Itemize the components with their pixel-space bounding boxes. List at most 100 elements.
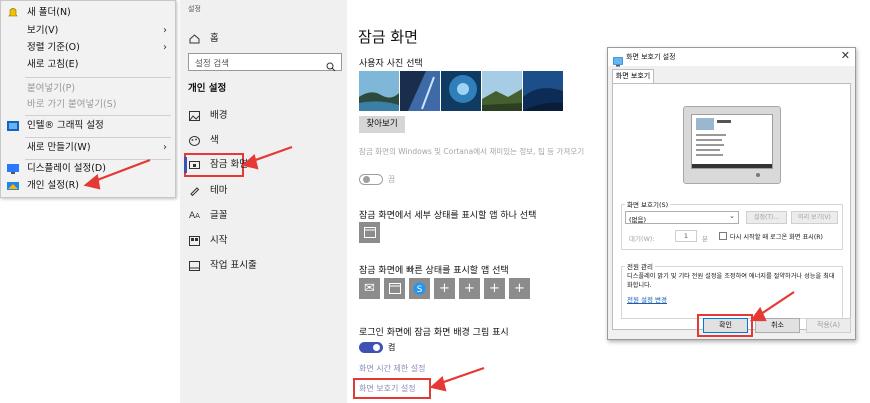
fun-facts-text: 잠금 화면의 Windows 및 Cortana에서 재미있는 정보, 팁 등 … bbox=[359, 147, 585, 156]
start-icon bbox=[189, 236, 200, 246]
section-title: 개인 설정 bbox=[188, 83, 227, 94]
screensaver-dropdown[interactable]: (없음) ⌄ bbox=[625, 211, 739, 224]
menu-item-intel-graphics[interactable]: 인텔® 그래픽 설정 bbox=[1, 116, 175, 136]
menu-item-label: 개인 설정(R) bbox=[27, 180, 79, 191]
dropdown-value: (없음) bbox=[629, 216, 647, 224]
menu-item-new-folder[interactable]: 새 폴더(N) bbox=[1, 3, 175, 23]
home-icon bbox=[189, 34, 200, 44]
power-description: 디스플레이 밝기 및 기타 전원 설정을 조정하여 에너지를 절약하거나 성능을… bbox=[627, 273, 835, 289]
resume-checkbox[interactable] bbox=[719, 232, 727, 240]
image-icon bbox=[189, 111, 200, 121]
signin-background-toggle[interactable] bbox=[359, 342, 383, 353]
screen-timeout-link[interactable]: 화면 시간 제한 설정 bbox=[359, 363, 426, 374]
picture-thumbnail[interactable] bbox=[482, 71, 522, 111]
picture-thumbnail[interactable] bbox=[359, 71, 399, 111]
quick-status-add[interactable]: + bbox=[509, 278, 530, 299]
menu-item-label: 정렬 기준(O) bbox=[27, 42, 80, 53]
preview-text-line bbox=[696, 134, 726, 136]
quick-status-add[interactable]: + bbox=[484, 278, 505, 299]
menu-item-refresh[interactable]: 새로 고침(E) bbox=[1, 55, 175, 75]
search-icon bbox=[326, 57, 336, 76]
nav-lock-screen[interactable]: 잠금 화면 bbox=[184, 153, 248, 177]
preview-taskbar bbox=[692, 164, 772, 168]
detailed-status-app[interactable] bbox=[359, 222, 380, 243]
submenu-arrow-icon: › bbox=[163, 142, 167, 153]
settings-sidebar: 설정 홈 설정 검색 개인 설정 배경 색 잠금 화면 테마 AA 글꼴 시작 bbox=[180, 0, 347, 403]
cancel-button[interactable]: 취소 bbox=[755, 318, 800, 333]
picture-thumbnail[interactable] bbox=[400, 71, 440, 111]
menu-item-personalize[interactable]: 개인 설정(R) bbox=[1, 176, 175, 196]
nav-theme[interactable]: 테마 bbox=[186, 180, 344, 202]
change-power-settings-link[interactable]: 전원 설정 변경 bbox=[627, 294, 667, 304]
nav-start[interactable]: 시작 bbox=[186, 230, 344, 252]
page-title: 잠금 화면 bbox=[358, 28, 418, 46]
nav-label: 작업 표시줄 bbox=[210, 260, 257, 271]
wait-minutes-input[interactable]: 1 bbox=[675, 230, 697, 242]
nav-taskbar[interactable]: 작업 표시줄 bbox=[186, 255, 344, 277]
active-indicator bbox=[184, 157, 187, 173]
fun-facts-state: 끔 bbox=[388, 175, 396, 184]
nav-label: 시작 bbox=[210, 235, 228, 246]
nav-label: 테마 bbox=[210, 185, 228, 196]
taskbar-icon bbox=[189, 261, 200, 271]
signin-background-heading: 로그인 화면에 잠금 화면 배경 그림 표시 bbox=[359, 328, 509, 338]
preview-text-line bbox=[696, 154, 723, 156]
nav-label: 배경 bbox=[210, 110, 228, 121]
wait-value: 1 bbox=[683, 232, 688, 240]
menu-item-paste-shortcut[interactable]: 바로 가기 붙여넣기(S) bbox=[1, 95, 175, 115]
skype-icon: S bbox=[413, 282, 426, 299]
picture-thumbnail[interactable] bbox=[441, 71, 481, 111]
brush-icon bbox=[189, 186, 200, 197]
browse-button[interactable]: 찾아보기 bbox=[359, 116, 405, 133]
tab-panel: 화면 보호기(S) (없음) ⌄ 설정(T)... 미리 보기(V) 대기(W)… bbox=[612, 83, 851, 330]
calendar-icon bbox=[363, 227, 376, 242]
tab-screensaver[interactable]: 화면 보호기 bbox=[612, 69, 654, 83]
quick-status-app-skype[interactable]: S bbox=[409, 278, 430, 299]
nav-label: 잠금 화면 bbox=[210, 159, 248, 170]
menu-separator bbox=[25, 77, 171, 78]
menu-item-label: 새로 고침(E) bbox=[27, 59, 79, 70]
resume-label: 다시 시작할 때 로그온 화면 표시(R) bbox=[730, 234, 823, 241]
search-placeholder: 설정 검색 bbox=[195, 59, 229, 69]
preview-button[interactable]: 미리 보기(V) bbox=[791, 211, 838, 224]
svg-text:S: S bbox=[417, 285, 423, 295]
nav-label: 글꼴 bbox=[210, 210, 228, 221]
toggle-knob bbox=[363, 176, 370, 183]
picture-thumbnail[interactable] bbox=[523, 71, 563, 111]
quick-status-add[interactable]: + bbox=[459, 278, 480, 299]
screensaver-settings-link[interactable]: 화면 보호기 설정 bbox=[359, 383, 416, 394]
close-icon[interactable]: ✕ bbox=[841, 49, 850, 62]
preview-text-line bbox=[696, 144, 724, 146]
plus-icon: + bbox=[439, 281, 450, 296]
nav-background[interactable]: 배경 bbox=[186, 105, 344, 127]
screensaver-settings-button[interactable]: 설정(T)... bbox=[746, 211, 787, 224]
screensaver-group-label: 화면 보호기(S) bbox=[625, 199, 671, 209]
quick-status-heading: 잠금 화면에 빠른 상태를 표시할 앱 선택 bbox=[359, 266, 509, 276]
search-input[interactable]: 설정 검색 bbox=[188, 53, 342, 72]
menu-item-label: 붙여넣기(P) bbox=[27, 83, 76, 94]
quick-status-app-mail[interactable]: ✉ bbox=[359, 278, 380, 299]
nav-color[interactable]: 색 bbox=[186, 130, 344, 152]
dialog-title: 화면 보호기 설정 bbox=[626, 53, 676, 61]
quick-status-add[interactable]: + bbox=[434, 278, 455, 299]
palette-icon bbox=[189, 136, 200, 146]
quick-status-app-calendar[interactable] bbox=[384, 278, 405, 299]
calendar-icon bbox=[388, 283, 401, 298]
plus-icon: + bbox=[464, 281, 475, 296]
menu-item-new[interactable]: 새로 만들기(W) › bbox=[1, 138, 175, 158]
apply-button[interactable]: 적용(A) bbox=[806, 318, 851, 333]
window-title: 설정 bbox=[188, 5, 201, 13]
picture-heading: 사용자 사진 선택 bbox=[359, 59, 423, 69]
intel-graphics-icon bbox=[7, 120, 19, 132]
power-led-icon bbox=[756, 173, 760, 177]
screensaver-dialog: 화면 보호기 설정 ✕ 화면 보호기 화면 보호기(S) (없음) ⌄ 설정(T… bbox=[607, 47, 856, 340]
nav-home[interactable]: 홈 bbox=[186, 28, 344, 50]
nav-fonts[interactable]: AA 글꼴 bbox=[186, 205, 344, 227]
signin-background-state: 켬 bbox=[388, 343, 396, 352]
desktop-context-menu: 새 폴더(N) 보기(V) › 정렬 기준(O) › 새로 고침(E) 붙여넣기… bbox=[0, 0, 176, 198]
preview-text-line bbox=[717, 120, 731, 123]
fun-facts-toggle[interactable] bbox=[359, 174, 383, 185]
plus-icon: + bbox=[514, 281, 525, 296]
personalize-icon bbox=[7, 180, 19, 192]
ok-button[interactable]: 확인 bbox=[703, 318, 748, 333]
